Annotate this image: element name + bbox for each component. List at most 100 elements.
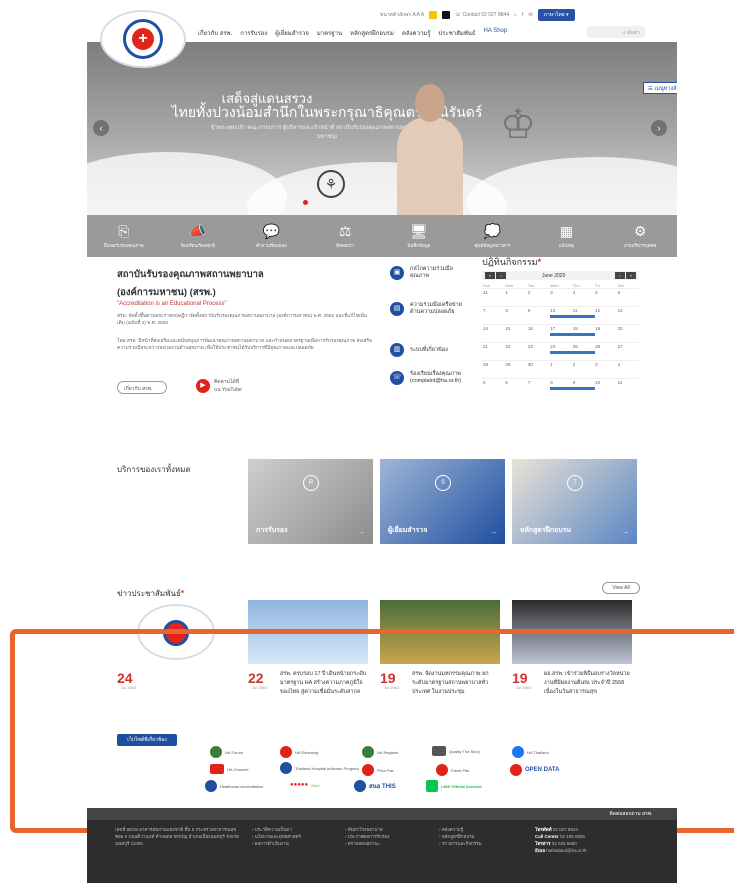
sitemap-icon[interactable]: ⌂: [514, 12, 517, 18]
feature-link[interactable]: ▣ กลไกความร่วมมือคุณภาพ: [390, 266, 470, 280]
related-site[interactable]: HA Thailand: [512, 746, 549, 758]
youtube-link[interactable]: ▶ ติดตามได้ที่ บน YouTube: [196, 378, 242, 394]
related-site[interactable]: Quality Tha Story: [432, 746, 480, 756]
calendar-day[interactable]: 16: [526, 324, 550, 342]
calendar-day[interactable]: 11: [616, 378, 639, 396]
footer-link[interactable]: › ค้นหาโรงพยาบาล: [345, 826, 435, 833]
calendar-day[interactable]: 22: [504, 342, 527, 360]
calendar-day[interactable]: 31: [482, 288, 505, 306]
calendar-day[interactable]: 10: [594, 378, 617, 396]
email-icon[interactable]: ✉: [529, 12, 533, 18]
footer-link[interactable]: › ตรวจสอบสถานะ: [345, 840, 435, 847]
calendar-day[interactable]: 17: [549, 324, 596, 342]
news-image[interactable]: [117, 600, 237, 664]
calendar-day[interactable]: 5: [594, 288, 617, 306]
calendar-day[interactable]: 5: [482, 378, 505, 396]
facebook-icon[interactable]: f: [522, 12, 523, 18]
footer-link[interactable]: › คลังความรู้: [439, 826, 529, 833]
about-more-button[interactable]: เกี่ยวกับ สรพ.: [117, 381, 167, 394]
calendar-day[interactable]: 8: [504, 306, 527, 324]
service-card[interactable]: R การรับรอง →: [248, 459, 373, 544]
news-headline[interactable]: สรพ. จัดงานมหกรรมคุณภาพ ยกระดับมาตรฐานสถ…: [412, 670, 500, 697]
calendar-day[interactable]: 4: [571, 288, 595, 306]
footer-link[interactable]: › ข่าวสารและกิจกรรม: [439, 840, 529, 847]
contrast-dark-icon[interactable]: [442, 11, 451, 19]
news-image[interactable]: [512, 600, 632, 664]
calendar-day[interactable]: 9: [571, 378, 595, 396]
nav-training[interactable]: หลักสูตรฝึกอบรม: [350, 28, 394, 38]
footer-link[interactable]: › ประกาศผลการรับรอง: [345, 833, 435, 840]
calendar-day[interactable]: 28: [482, 360, 505, 378]
nav-ha-shop[interactable]: HA Shop: [484, 28, 508, 38]
related-site[interactable]: OPEN DATA: [510, 764, 559, 776]
calendar-day[interactable]: 1: [549, 360, 572, 378]
calendar-day[interactable]: 1: [504, 288, 527, 306]
related-site[interactable]: Phra Pak: [362, 764, 393, 776]
related-site[interactable]: Fresh Pak: [436, 764, 469, 776]
related-site[interactable]: ●●●●● Sorn: [290, 782, 320, 788]
calendar-day[interactable]: 18: [571, 324, 595, 342]
nav-knowledge[interactable]: คลังความรู้: [402, 28, 431, 38]
shortcut-menu-button[interactable]: ☰ เมนูทางลัด: [643, 82, 677, 94]
calendar-day[interactable]: 21: [482, 342, 505, 360]
calendar-day[interactable]: 2: [571, 360, 595, 378]
calendar-day[interactable]: 24: [549, 342, 596, 360]
quick-link[interactable]: 📣 ร้องเรียน/ร้องทุกข์: [161, 215, 235, 257]
calendar-day[interactable]: 26: [594, 342, 617, 360]
service-card[interactable]: T หลักสูตรฝึกอบรม →: [512, 459, 637, 544]
contrast-yellow-icon[interactable]: [429, 11, 438, 19]
calendar-day[interactable]: 2: [526, 288, 550, 306]
nav-about[interactable]: เกี่ยวกับ สรพ.: [198, 28, 232, 38]
calendar-prev-month-icon[interactable]: ‹: [496, 272, 506, 279]
calendar-next-month-icon[interactable]: ›: [615, 272, 625, 279]
font-size-control[interactable]: ขนาดตัวอักษร A A A: [380, 11, 424, 19]
calendar-day[interactable]: 7: [482, 306, 505, 324]
calendar-day[interactable]: 8: [549, 378, 596, 396]
calendar-day[interactable]: 20: [616, 324, 639, 342]
quick-link[interactable]: ▦ แจ้งเหตุ: [530, 215, 604, 257]
calendar-day[interactable]: 3: [549, 288, 572, 306]
slider-dot[interactable]: [303, 200, 308, 205]
calendar-day[interactable]: 25: [571, 342, 595, 360]
service-card[interactable]: S ผู้เยี่ยมสำรวจ →: [380, 459, 505, 544]
related-site[interactable]: LINE Official Account: [426, 780, 486, 792]
feature-link[interactable]: ☏ ร้องเรียนเรื่องคุณภาพ (complaint@ha.or.…: [390, 371, 470, 385]
quick-link[interactable]: ⎘ ยื่นขอรับรองคุณภาพ: [87, 215, 161, 257]
calendar-day[interactable]: 23: [526, 342, 550, 360]
calendar-day[interactable]: 6: [504, 378, 527, 396]
news-image[interactable]: [380, 600, 500, 664]
nav-accreditation[interactable]: การรับรอง: [240, 28, 267, 38]
quick-link[interactable]: 🖥 บันทึกข้อมูล: [382, 215, 456, 257]
quick-link[interactable]: ⚖ ติดต่อเรา: [308, 215, 382, 257]
calendar-day[interactable]: 27: [616, 342, 639, 360]
nav-pr[interactable]: ประชาสัมพันธ์: [439, 28, 476, 38]
footer-link[interactable]: › นโยบายและยุทธศาสตร์: [252, 833, 342, 840]
calendar-day[interactable]: 30: [526, 360, 550, 378]
calendar-day[interactable]: 4: [616, 360, 639, 378]
related-site[interactable]: Healthcare Accreditation: [205, 780, 265, 792]
news-headline[interactable]: สรพ. ครบรอบ 17 ปี เดินหน้ายกระดับมาตรฐาน…: [280, 670, 368, 697]
calendar-day[interactable]: 9: [526, 306, 550, 324]
news-image[interactable]: [248, 600, 368, 664]
calendar-day[interactable]: 6: [616, 288, 639, 306]
feature-link[interactable]: ▤ ความร่วมมือเครือข่ายด้านความปลอดภัย: [390, 302, 470, 316]
calendar-day[interactable]: 29: [504, 360, 527, 378]
view-all-button[interactable]: View All: [602, 582, 640, 594]
quick-link[interactable]: ⚙ งานบริหารบุคคล: [603, 215, 677, 257]
calendar-prev-year-icon[interactable]: «: [485, 272, 495, 279]
news-headline[interactable]: ผอ.สรพ. เข้าร่วมพิธีมอบรางวัลหน่วยงานที่…: [544, 670, 632, 697]
related-site[interactable]: Thailand Hospital Indicator Program: [280, 762, 360, 774]
calendar-day[interactable]: 14: [482, 324, 505, 342]
nav-surveyors[interactable]: ผู้เยี่ยมสำรวจ: [275, 28, 309, 38]
related-site[interactable]: HA Elearning: [280, 746, 318, 758]
footer-link[interactable]: › ประวัติความเป็นมา: [252, 826, 342, 833]
calendar-day[interactable]: 15: [504, 324, 527, 342]
ha-logo[interactable]: +: [100, 10, 186, 68]
language-selector[interactable]: ภาษาไทย ▾: [537, 9, 575, 21]
calendar-day[interactable]: 3: [594, 360, 617, 378]
related-site[interactable]: HA Register: [362, 746, 398, 758]
nav-standards[interactable]: มาตรฐาน: [317, 28, 342, 38]
calendar-day[interactable]: 19: [594, 324, 617, 342]
calendar-next-year-icon[interactable]: »: [626, 272, 636, 279]
calendar-day[interactable]: 12: [594, 306, 617, 324]
